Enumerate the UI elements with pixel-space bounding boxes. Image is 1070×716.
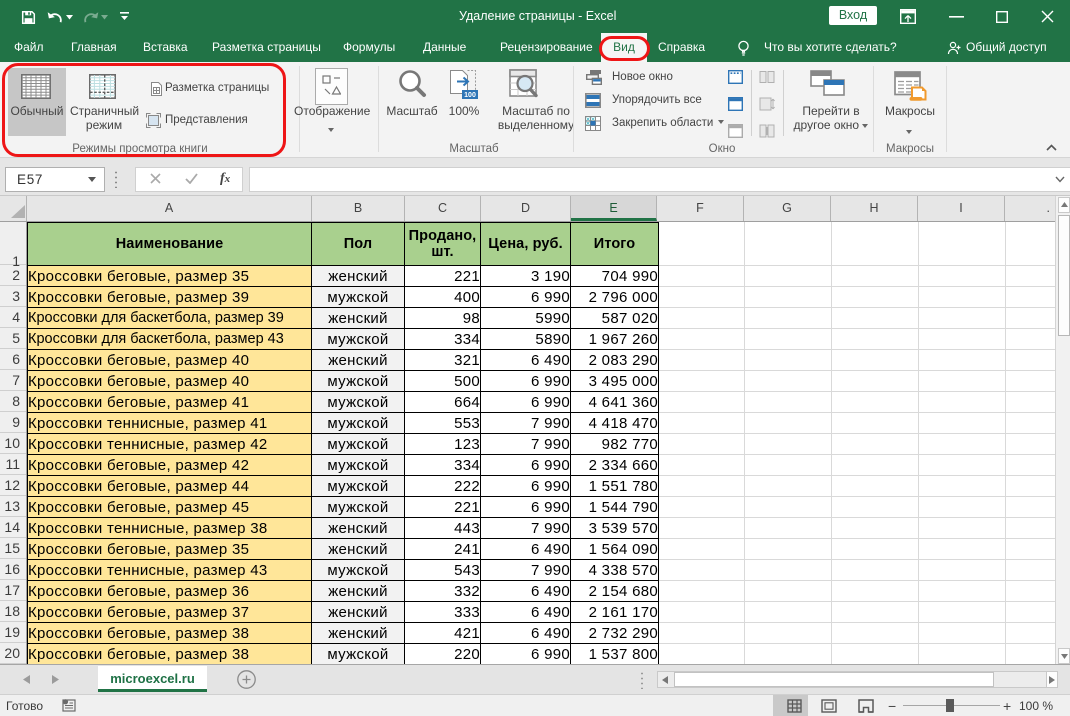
- svg-text:100: 100: [464, 92, 476, 99]
